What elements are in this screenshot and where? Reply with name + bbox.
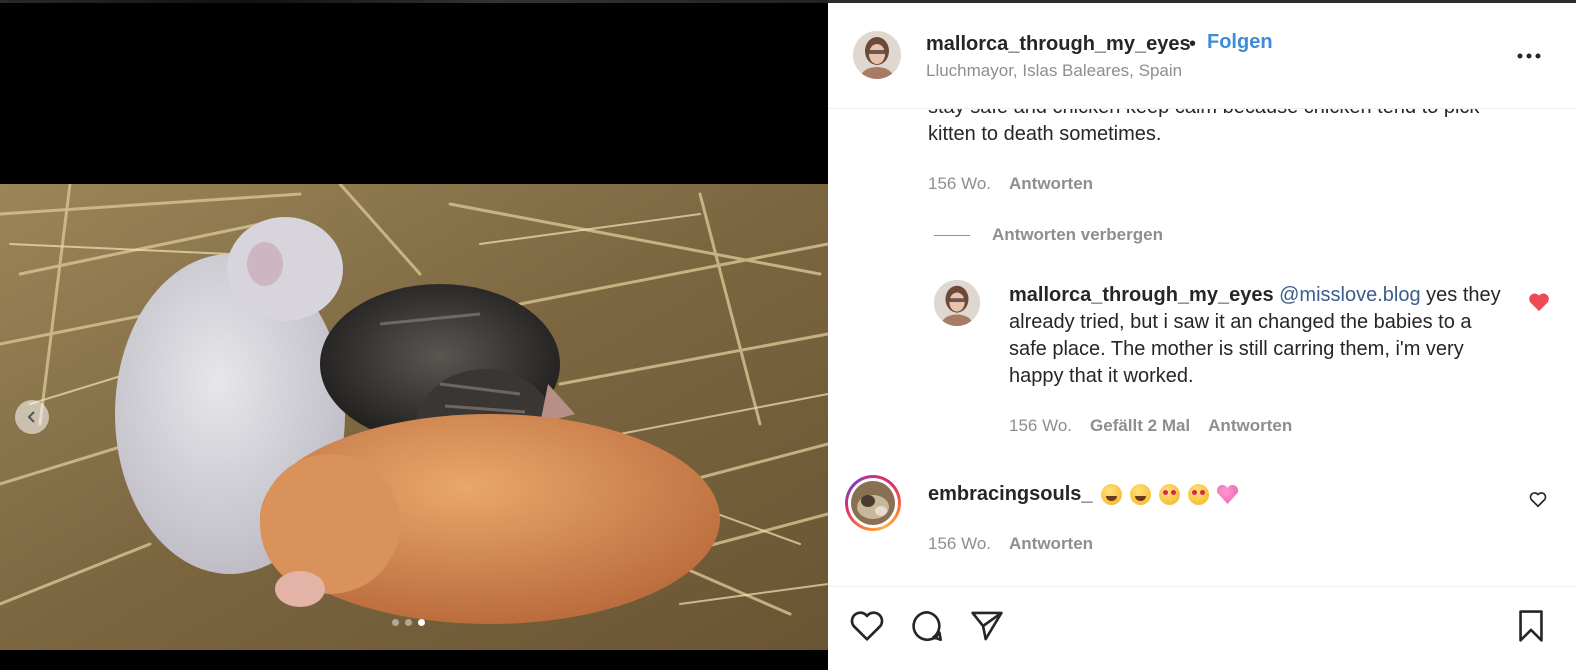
reply-comment: mallorca_through_my_eyes @misslove.blog … (1009, 282, 1509, 390)
hide-replies-button[interactable]: Antworten verbergen (934, 225, 1163, 245)
carousel-dot (392, 619, 399, 626)
avatar (851, 481, 895, 525)
comments-list[interactable]: stay safe and chicken keep calm because … (828, 108, 1576, 586)
profile-picture (851, 481, 895, 525)
comment-text: stay safe and chicken keep calm because … (928, 108, 1479, 145)
story-ring-inner (848, 478, 898, 528)
post-header: mallorca_through_my_eyes • Folgen Lluchm… (828, 3, 1576, 109)
like-button[interactable] (848, 607, 886, 645)
heart-icon (850, 611, 884, 641)
pink-heart-emoji (1217, 485, 1239, 504)
carousel-dot (405, 619, 412, 626)
divider (934, 234, 970, 236)
heart-outline-icon (1529, 492, 1547, 508)
story-ring[interactable] (845, 475, 901, 531)
comment: embracingsouls_ (928, 481, 1239, 508)
share-icon (971, 611, 1003, 641)
comment-meta: 156 Wo. Antworten (928, 174, 1093, 194)
share-button[interactable] (968, 607, 1006, 645)
comment-age[interactable]: 156 Wo. (928, 534, 991, 554)
comment-icon (912, 610, 943, 642)
post-location[interactable]: Lluchmayor, Islas Baleares, Spain (926, 61, 1182, 81)
emoji-eye (1199, 490, 1205, 495)
more-horizontal-icon (1517, 53, 1541, 59)
likes-count[interactable]: Gefällt 2 Mal (1090, 416, 1190, 436)
like-comment-button[interactable] (1528, 292, 1550, 317)
carousel-dots (392, 619, 425, 626)
emoji-mouth (1105, 496, 1117, 501)
hide-replies-label: Antworten verbergen (992, 225, 1163, 244)
like-comment-button[interactable] (1529, 491, 1547, 513)
avatar[interactable] (853, 31, 901, 79)
post-photo (0, 184, 828, 650)
emoji-eye (1162, 490, 1168, 495)
post-author-username[interactable]: mallorca_through_my_eyes (926, 33, 1191, 56)
post-details-panel: mallorca_through_my_eyes • Folgen Lluchm… (828, 0, 1576, 670)
separator-dot: • (1189, 33, 1197, 55)
profile-picture (934, 280, 980, 326)
avatar[interactable] (934, 280, 980, 326)
comment-username[interactable]: mallorca_through_my_eyes (1009, 284, 1274, 306)
post-media (0, 0, 828, 669)
comment-age[interactable]: 156 Wo. (1009, 416, 1072, 436)
emoji-eye (1191, 490, 1197, 495)
joy-emoji (1129, 484, 1151, 505)
bookmark-icon (1519, 610, 1543, 642)
carousel-dot-active (418, 619, 425, 626)
reply-button[interactable]: Antworten (1009, 534, 1093, 554)
kittens-photo (0, 184, 828, 650)
top-strip (0, 0, 828, 3)
mention-link[interactable]: @misslove.blog (1279, 284, 1420, 306)
rolling-laughing-emoji (1100, 484, 1122, 505)
comment-meta: 156 Wo. Gefällt 2 Mal Antworten (1009, 416, 1292, 436)
more-options-button[interactable] (1516, 43, 1542, 69)
follow-button[interactable]: Folgen (1207, 31, 1273, 54)
reply-button[interactable]: Antworten (1009, 174, 1093, 194)
reply-button[interactable]: Antworten (1208, 416, 1292, 436)
chevron-left-icon (27, 411, 35, 423)
comment-username[interactable]: embracingsouls_ (928, 481, 1093, 508)
comment-meta: 156 Wo. Antworten (928, 534, 1093, 554)
post-actions-bar (828, 586, 1576, 670)
star-struck-emoji (1158, 484, 1180, 505)
heart-filled-icon (1529, 293, 1549, 312)
carousel-prev-button[interactable] (15, 400, 49, 434)
emoji-mouth (1134, 496, 1146, 501)
emoji-eye (1170, 490, 1176, 495)
profile-picture (853, 31, 901, 79)
bookmark-button[interactable] (1512, 607, 1550, 645)
comment-button[interactable] (908, 607, 946, 645)
comment-age[interactable]: 156 Wo. (928, 174, 991, 194)
heart-eyes-emoji (1187, 484, 1209, 505)
